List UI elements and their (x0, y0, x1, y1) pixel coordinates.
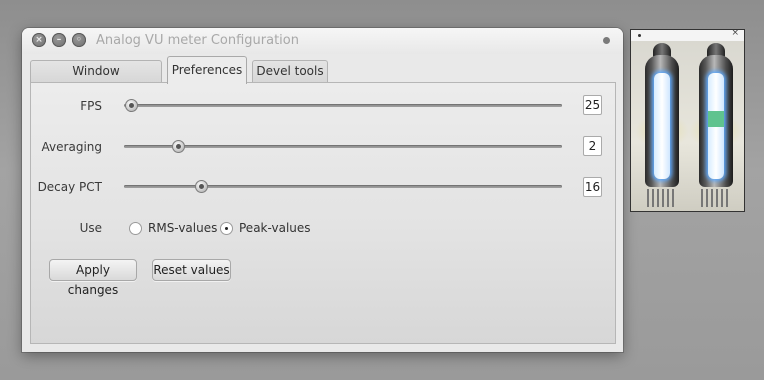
decay-value[interactable]: 16 (583, 177, 602, 197)
right-level-fill (708, 111, 724, 127)
fps-label: FPS (80, 99, 102, 113)
rms-values-radio[interactable] (129, 222, 142, 235)
left-channel-tube (635, 43, 689, 209)
reset-values-button[interactable]: Reset values (152, 259, 231, 281)
vu-meter-display (631, 41, 744, 211)
left-tube-pins (647, 189, 677, 207)
right-channel-tube (689, 43, 743, 209)
config-window: × – ◦ Analog VU meter Configuration Wind… (22, 28, 623, 352)
fps-slider-track[interactable] (124, 104, 562, 107)
vu-menu-icon[interactable] (638, 34, 641, 37)
minimize-window-button[interactable]: – (52, 33, 66, 47)
averaging-label: Averaging (41, 140, 102, 154)
vu-close-icon[interactable]: × (731, 28, 739, 38)
averaging-slider-track[interactable] (124, 145, 562, 148)
fps-value[interactable]: 25 (583, 95, 602, 115)
vu-meter-window: × (630, 28, 745, 212)
decay-pct-label: Decay PCT (37, 180, 102, 194)
apply-changes-button[interactable]: Apply changes (49, 259, 137, 297)
averaging-value[interactable]: 2 (583, 136, 602, 156)
peak-values-label[interactable]: Peak-values (239, 221, 311, 235)
averaging-slider-handle[interactable] (172, 140, 185, 153)
preferences-panel: FPS 25 Averaging 2 Decay PCT 16 Use RMS-… (30, 82, 616, 344)
window-title: Analog VU meter Configuration (96, 33, 299, 48)
maximize-window-button[interactable]: ◦ (72, 33, 86, 47)
window-menu-icon[interactable] (603, 37, 610, 44)
peak-values-radio[interactable] (220, 222, 233, 235)
tab-devel-tools[interactable]: Devel tools (252, 60, 328, 84)
close-window-button[interactable]: × (32, 33, 46, 47)
rms-values-label[interactable]: RMS-values (148, 221, 217, 235)
decay-slider-track[interactable] (124, 185, 562, 188)
tab-window-management[interactable]: Window management (30, 60, 162, 99)
tab-preferences[interactable]: Preferences (167, 56, 247, 84)
right-tube-pins (701, 189, 731, 207)
vu-meter-titlebar: × (631, 28, 744, 41)
fps-slider-handle[interactable] (125, 99, 138, 112)
left-level-bar (654, 73, 670, 179)
decay-slider-handle[interactable] (195, 180, 208, 193)
titlebar: × – ◦ Analog VU meter Configuration (22, 28, 623, 54)
use-label: Use (79, 221, 102, 235)
